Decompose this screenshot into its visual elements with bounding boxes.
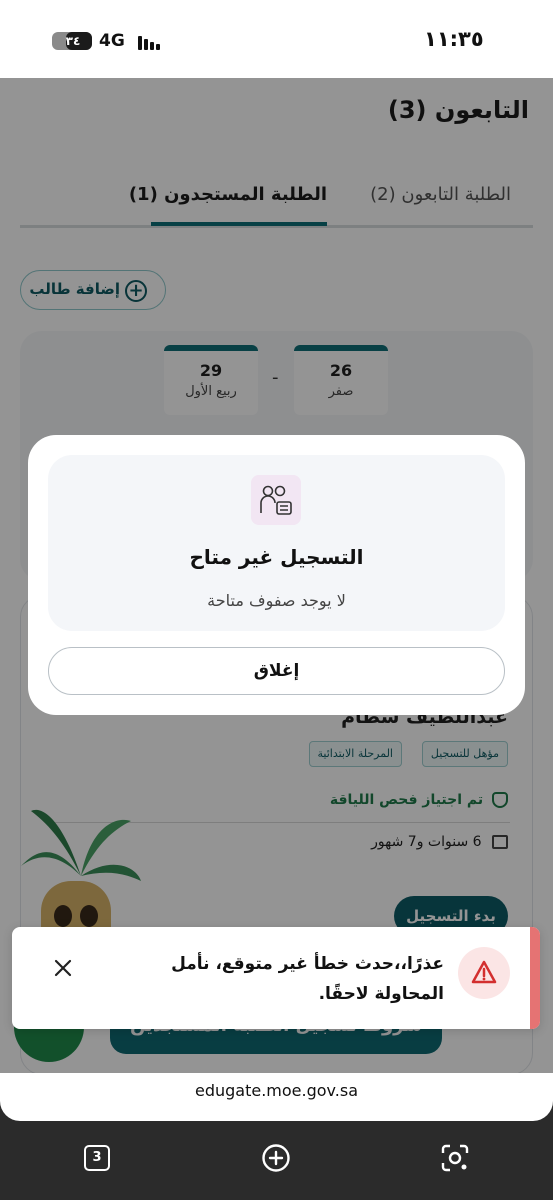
toast-message: عذرًا،،حدث خطأ غير متوقع، نأمل المحاولة … <box>171 954 444 1004</box>
students-board-icon <box>251 475 301 525</box>
battery-icon: ٣٤ <box>52 32 92 50</box>
battery-percentage: ٣٤ <box>65 34 81 48</box>
toast-icon-container <box>458 947 510 999</box>
toast-accent-stripe <box>530 927 540 1029</box>
close-button[interactable]: إغلاق <box>48 647 505 695</box>
url-text[interactable]: edugate.moe.gov.sa <box>0 1081 553 1100</box>
browser-url-bar[interactable]: edugate.moe.gov.sa <box>0 1073 553 1121</box>
dialog-message: لا يوجد صفوف متاحة <box>207 591 346 610</box>
status-time: ١١:٣٥ <box>424 27 484 51</box>
web-page: التابعون (3) الطلبة التابعون (2) الطلبة … <box>0 78 553 1073</box>
warning-icon <box>471 960 497 984</box>
error-toast: عذرًا،،حدث خطأ غير متوقع، نأمل المحاولة … <box>12 927 540 1029</box>
network-type: 4G <box>99 31 125 51</box>
new-tab-icon[interactable] <box>261 1143 291 1173</box>
browser-bottom-nav: 3 <box>0 1121 553 1200</box>
close-icon[interactable] <box>50 955 76 981</box>
dialog-title: التسجيل غير متاح <box>189 545 364 569</box>
tabs-count-button[interactable]: 3 <box>84 1145 110 1171</box>
registration-unavailable-dialog: التسجيل غير متاح لا يوجد صفوف متاحة إغلا… <box>28 435 525 715</box>
signal-icon <box>138 36 164 50</box>
status-bar: ٣٤ 4G ١١:٣٥ <box>0 0 553 78</box>
lens-camera-icon[interactable] <box>440 1143 470 1173</box>
dialog-content: التسجيل غير متاح لا يوجد صفوف متاحة <box>48 455 505 631</box>
